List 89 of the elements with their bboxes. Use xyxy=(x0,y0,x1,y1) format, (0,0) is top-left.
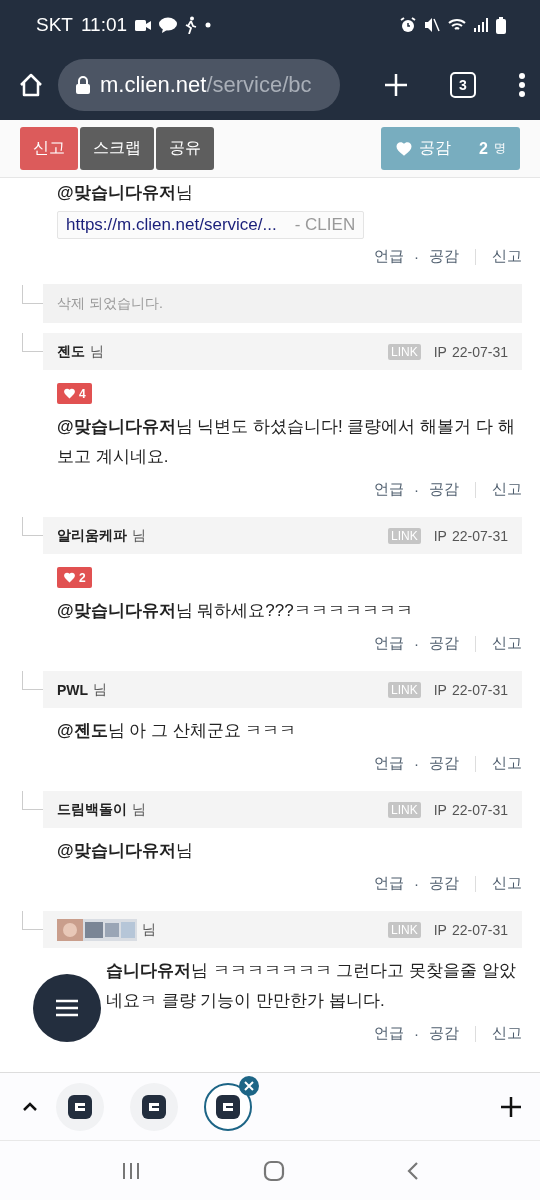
browser-tab[interactable] xyxy=(204,1082,252,1131)
ip-label: IP xyxy=(433,343,447,360)
browser-tab[interactable] xyxy=(130,1082,178,1131)
back-icon[interactable] xyxy=(407,1161,419,1181)
site-logo-icon xyxy=(142,1094,166,1119)
comment-date: 22-07-31 xyxy=(451,343,508,360)
honorific: 님 xyxy=(142,920,156,939)
author-name[interactable]: 젠도 xyxy=(57,342,85,361)
more-menu-icon[interactable] xyxy=(518,72,526,98)
battery-icon xyxy=(496,16,506,34)
close-icon[interactable] xyxy=(238,1074,260,1097)
ip-label: IP xyxy=(433,681,447,698)
comment-text: @젠도님 아 그 산체군요 ㅋㅋㅋ xyxy=(56,720,298,742)
separator-dot: · xyxy=(414,481,419,498)
tab-count-button[interactable]: 3 xyxy=(450,72,476,98)
home-icon[interactable] xyxy=(18,72,44,98)
comment-text: @맞습니다유저님 뭐하세요???ㅋㅋㅋㅋㅋㅋㅋ xyxy=(56,600,414,622)
comment-action-link[interactable]: 언급 xyxy=(374,247,404,266)
post-action-button[interactable]: 스크랩 xyxy=(80,127,154,170)
separator-dot: · xyxy=(414,1025,419,1042)
post-action-button[interactable]: 공유 xyxy=(156,127,214,170)
carrier: SKT xyxy=(36,14,73,36)
comment-action-link[interactable]: 공감 xyxy=(429,247,459,266)
comment-text: @맞습니다유저님 닉변도 하셨습니다! 클량에서 해볼거 다 해보고 계시네요. xyxy=(56,416,516,468)
comment-action-link[interactable]: 신고 xyxy=(492,480,522,499)
separator-dot: · xyxy=(414,755,419,772)
chat-bubble-icon xyxy=(159,17,178,33)
dot-icon xyxy=(205,22,212,28)
author-name[interactable]: 드림백돌이 xyxy=(57,800,127,819)
menu-icon xyxy=(56,999,78,1017)
lock-icon xyxy=(76,76,90,94)
running-person-icon xyxy=(185,16,198,34)
comment-action-link[interactable]: 공감 xyxy=(429,754,459,773)
comment-date: 22-07-31 xyxy=(451,681,508,698)
honorific: 님 xyxy=(132,526,146,545)
add-tab-icon[interactable] xyxy=(500,1095,522,1118)
ip-label: IP xyxy=(433,527,447,544)
alarm-icon xyxy=(400,17,416,33)
comment-text: @맞습니다유저님 xyxy=(56,840,194,862)
comment-date: 22-07-31 xyxy=(451,527,508,544)
comment-date: 22-07-31 xyxy=(451,921,508,938)
author-name[interactable]: 알리움케파 xyxy=(57,526,127,545)
wifi-icon xyxy=(448,17,466,33)
ip-label: IP xyxy=(433,801,447,818)
comment-action-link[interactable]: 언급 xyxy=(374,874,404,893)
clock: 11:01 xyxy=(80,14,128,36)
recent-apps-icon[interactable] xyxy=(121,1162,141,1180)
comment-action-link[interactable]: 언급 xyxy=(374,1024,404,1043)
link-preview[interactable]: https://m.clien.net/service/... - CLIEN xyxy=(57,211,365,239)
heart-icon xyxy=(63,571,76,584)
comment-text: @맞습니다유저님 xyxy=(56,182,194,204)
honorific: 님 xyxy=(90,342,104,361)
honorific: 님 xyxy=(93,680,108,699)
comment-action-link[interactable]: 공감 xyxy=(429,1024,459,1043)
comment-action-link[interactable]: 언급 xyxy=(374,754,404,773)
like-count: 4 xyxy=(79,386,86,401)
site-logo-icon xyxy=(68,1094,92,1119)
comment-action-link[interactable]: 신고 xyxy=(492,634,522,653)
like-count: 2 xyxy=(79,570,86,585)
comment-date: 22-07-31 xyxy=(451,801,508,818)
author-name[interactable]: PWL xyxy=(57,681,89,698)
comment-action-link[interactable]: 공감 xyxy=(429,874,459,893)
comment-action-link[interactable]: 신고 xyxy=(492,874,522,893)
heart-icon xyxy=(63,387,76,400)
home-button-icon[interactable] xyxy=(263,1160,285,1182)
separator-dot: · xyxy=(414,875,419,892)
comment-action-link[interactable]: 신고 xyxy=(492,247,522,266)
comment-action-link[interactable]: 신고 xyxy=(492,754,522,773)
report-button[interactable]: 신고 xyxy=(20,127,78,170)
ip-label: IP xyxy=(433,921,447,938)
video-camera-icon xyxy=(135,19,152,31)
chevron-up-icon[interactable] xyxy=(22,1101,38,1112)
comment-text: 습니다유저님 ㅋㅋㅋㅋㅋㅋㅋ 그런다고 못찾을줄 알았네요ㅋ 클량 기능이 만만한가 봅니다. xyxy=(106,960,517,1012)
site-logo-icon xyxy=(216,1094,240,1119)
signal-icon xyxy=(474,18,488,32)
separator-dot: · xyxy=(414,248,419,265)
comment-action-link[interactable]: 언급 xyxy=(374,634,404,653)
address-bar[interactable]: m.clien.net/service/bc xyxy=(58,59,340,111)
comment-action-link[interactable]: 신고 xyxy=(492,1024,522,1043)
mute-icon xyxy=(424,17,440,33)
comment-action-link[interactable]: 언급 xyxy=(374,480,404,499)
comment-action-link[interactable]: 공감 xyxy=(429,480,459,499)
browser-tab[interactable] xyxy=(56,1082,104,1131)
deleted-comment-notice: 삭제 되었습니다. xyxy=(43,284,522,323)
comment-action-link[interactable]: 공감 xyxy=(429,634,459,653)
separator-dot: · xyxy=(414,635,419,652)
heart-icon xyxy=(395,139,414,158)
honorific: 님 xyxy=(132,800,146,819)
new-tab-icon[interactable] xyxy=(384,73,408,97)
